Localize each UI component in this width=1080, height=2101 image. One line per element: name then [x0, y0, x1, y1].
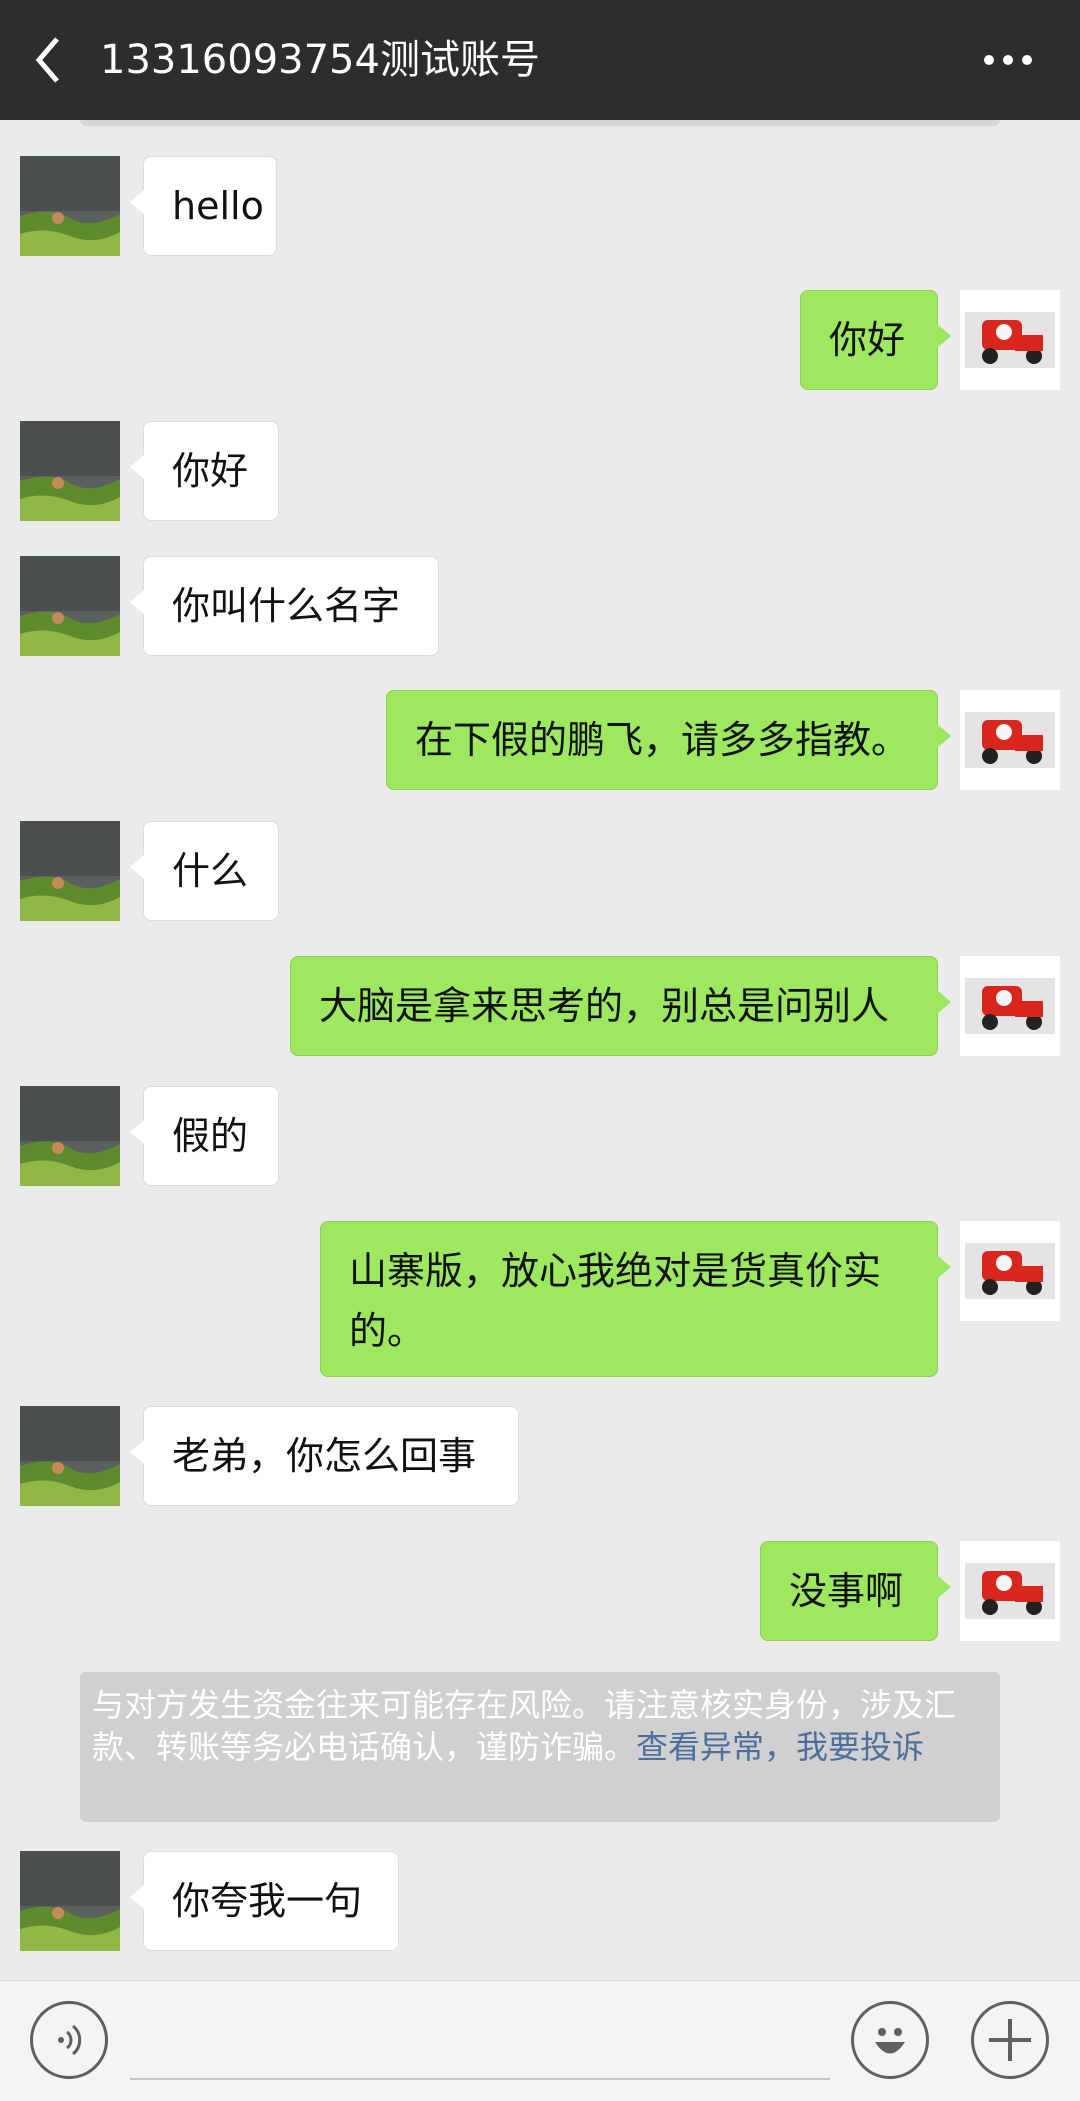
- previous-notice-edge: [80, 120, 1000, 126]
- message-bubble-incoming[interactable]: 老弟，你怎么回事: [130, 1406, 519, 1506]
- report-complaint-link[interactable]: 我要投诉: [796, 1728, 924, 1766]
- message-bubble-outgoing[interactable]: 在下假的鹏飞，请多多指教。: [386, 690, 951, 790]
- avatar-other[interactable]: [20, 156, 120, 256]
- notice-separator: ，: [764, 1728, 797, 1766]
- view-anomaly-link[interactable]: 查看异常: [636, 1728, 764, 1766]
- message-bubble-incoming[interactable]: 你好: [130, 421, 279, 521]
- message-bubble-incoming[interactable]: 什么: [130, 821, 279, 921]
- message-bubble-outgoing[interactable]: 山寨版，放心我绝对是货真价实的。: [320, 1221, 951, 1377]
- avatar-other[interactable]: [20, 1086, 120, 1186]
- back-arrow-icon[interactable]: [28, 30, 68, 90]
- message-bubble-incoming[interactable]: 你叫什么名字: [130, 556, 439, 656]
- avatar-other[interactable]: [20, 556, 120, 656]
- avatar-other[interactable]: [20, 1851, 120, 1951]
- avatar-self[interactable]: [960, 1541, 1060, 1641]
- avatar-self[interactable]: [960, 956, 1060, 1056]
- message-bubble-outgoing[interactable]: 你好: [800, 290, 951, 390]
- chat-header: 13316093754测试账号: [0, 0, 1080, 120]
- message-bubble-outgoing[interactable]: 没事啊: [760, 1541, 951, 1641]
- message-bubble-incoming[interactable]: hello: [130, 156, 277, 256]
- avatar-self[interactable]: [960, 1221, 1060, 1321]
- avatar-other[interactable]: [20, 421, 120, 521]
- more-dots-icon[interactable]: [978, 40, 1038, 80]
- message-bubble-incoming[interactable]: 你夸我一句: [130, 1851, 399, 1951]
- risk-warning-notice: 与对方发生资金往来可能存在风险。请注意核实身份，涉及汇款、转账等务必电话确认，谨…: [80, 1672, 1000, 1822]
- avatar-other[interactable]: [20, 821, 120, 921]
- message-bubble-incoming[interactable]: 假的: [130, 1086, 279, 1186]
- plus-icon[interactable]: [971, 2001, 1049, 2079]
- message-input[interactable]: [130, 2078, 830, 2080]
- message-bubble-outgoing[interactable]: 大脑是拿来思考的，别总是问别人: [290, 956, 951, 1056]
- avatar-other[interactable]: [20, 1406, 120, 1506]
- voice-icon[interactable]: [30, 2001, 108, 2079]
- avatar-self[interactable]: [960, 290, 1060, 390]
- avatar-self[interactable]: [960, 690, 1060, 790]
- chat-title: 13316093754测试账号: [100, 37, 540, 83]
- emoji-icon[interactable]: [851, 2001, 929, 2079]
